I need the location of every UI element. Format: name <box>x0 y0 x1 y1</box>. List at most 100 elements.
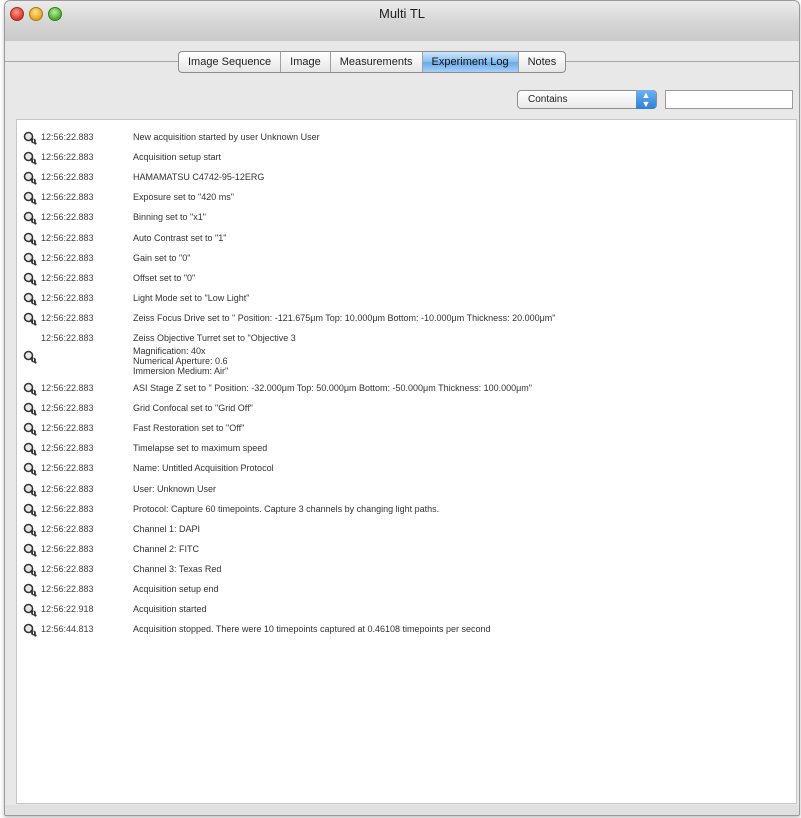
log-entry[interactable]: 12:56:22.883 New acquisition started by u… <box>17 129 796 145</box>
magnifier-info-icon[interactable] <box>23 252 37 266</box>
magnifier-info-icon[interactable] <box>23 462 37 476</box>
magnifier-info-icon[interactable] <box>23 583 37 597</box>
log-entry[interactable]: 12:56:22.883 Exposure set to "420 ms" <box>17 189 796 205</box>
magnifier-info-icon[interactable] <box>23 131 37 145</box>
log-entry-time: 12:56:22.883 <box>41 483 94 494</box>
log-entry-detail: Magnification: 40x <box>133 346 206 356</box>
log-entry-message: Channel 1: DAPI <box>133 523 201 534</box>
app-window: Multi TL Image Sequence Image Measuremen… <box>4 0 800 816</box>
log-entry[interactable]: 12:56:22.883 User: Unknown User <box>17 481 796 497</box>
log-entry-detail: Immersion Medium: Air" <box>133 366 229 376</box>
log-entry-message: Acquisition setup end <box>133 584 219 594</box>
magnifier-info-icon[interactable] <box>23 211 37 225</box>
log-entry-message: Binning set to "x1" <box>133 212 206 223</box>
log-entry-message: Acquisition started <box>133 604 207 615</box>
log-entry-time: 12:56:22.883 <box>41 312 94 323</box>
log-entry[interactable]: 12:56:22.883 Zeiss Focus Drive set to " P… <box>17 310 796 326</box>
log-entry-time: 12:56:22.883 <box>41 152 94 163</box>
log-entry-message: Gain set to "0" <box>133 252 191 263</box>
log-entry-time: 12:56:22.883 <box>41 563 94 574</box>
experiment-log-list[interactable]: 12:56:22.883 New acquisition started by u… <box>16 119 797 804</box>
magnifier-info-icon[interactable] <box>23 350 37 364</box>
magnifier-info-icon[interactable] <box>23 312 37 326</box>
log-entry-time: 12:56:22.883 <box>41 443 94 454</box>
magnifier-info-icon[interactable] <box>23 171 37 185</box>
tab-image-sequence[interactable]: Image Sequence <box>179 52 282 72</box>
magnifier-info-icon[interactable] <box>23 402 37 416</box>
log-entry[interactable]: Magnification: 40x Numerical Aperture: 0.… <box>17 346 796 380</box>
log-entry[interactable]: 12:56:22.883 Gain set to "0" <box>17 250 796 266</box>
log-entry-message: Protocol: Capture 60 timepoints. Capture… <box>133 503 440 514</box>
magnifier-info-icon[interactable] <box>23 232 37 246</box>
tab-image[interactable]: Image <box>281 52 331 72</box>
log-entry-time: 12:56:22.883 <box>41 543 94 554</box>
magnifier-info-icon[interactable] <box>23 483 37 497</box>
log-entry-time: 12:56:22.883 <box>41 584 94 594</box>
log-entry[interactable]: 12:56:22.918 Acquisition started <box>17 601 796 617</box>
log-entry-time: 12:56:22.883 <box>41 503 94 514</box>
log-entry-time: 12:56:22.883 <box>41 333 94 343</box>
log-entry-time: 12:56:22.883 <box>41 383 94 393</box>
log-entry-message: Grid Confocal set to "Grid Off" <box>133 403 253 414</box>
log-entry-time: 12:56:22.883 <box>41 463 94 474</box>
magnifier-info-icon[interactable] <box>23 523 37 537</box>
magnifier-info-icon[interactable] <box>23 191 37 205</box>
magnifier-info-icon[interactable] <box>23 503 37 517</box>
log-entry[interactable]: 12:56:22.883 Channel 1: DAPI <box>17 521 796 537</box>
log-entry-detail: Numerical Aperture: 0.6 <box>133 356 228 366</box>
log-entry[interactable]: 12:56:44.813 Acquisition stopped. There w… <box>17 621 796 637</box>
log-entry[interactable]: 12:56:22.883 Timelapse set to maximum spe… <box>17 440 796 456</box>
log-entry-time: 12:56:22.883 <box>41 232 94 243</box>
log-entry-message: New acquisition started by user Unknown … <box>133 132 320 142</box>
log-entry-message: Channel 2: FITC <box>133 543 200 554</box>
log-entry[interactable]: 12:56:22.883 Light Mode set to "Low Light… <box>17 290 796 306</box>
log-entry[interactable]: 12:56:22.883 Channel 3: Texas Red <box>17 561 796 577</box>
log-entry-message: Offset set to "0" <box>133 272 196 283</box>
log-entry[interactable]: 12:56:22.883 Fast Restoration set to "Off… <box>17 420 796 436</box>
log-entry-message: ASI Stage Z set to " Position: -32.000μm… <box>133 383 533 393</box>
bottom-edge <box>5 805 799 815</box>
magnifier-info-icon[interactable] <box>23 151 37 165</box>
magnifier-info-icon[interactable] <box>23 603 37 617</box>
magnifier-info-icon[interactable] <box>23 382 37 396</box>
log-entry-time: 12:56:22.883 <box>41 192 94 203</box>
tab-notes[interactable]: Notes <box>519 52 566 72</box>
log-entry-message: Channel 3: Texas Red <box>133 563 222 574</box>
tab-experiment-log[interactable]: Experiment Log <box>422 52 519 72</box>
log-entry-message: User: Unknown User <box>133 483 217 494</box>
filter-mode-value: Contains <box>528 94 568 105</box>
log-entry-message: Zeiss Objective Turret set to "Objective… <box>133 333 296 343</box>
log-entry-time: 12:56:22.883 <box>41 523 94 534</box>
log-entry[interactable]: 12:56:22.883 Binning set to "x1" <box>17 209 796 225</box>
log-entry-message: Acquisition setup start <box>133 152 222 163</box>
magnifier-info-icon[interactable] <box>23 292 37 306</box>
magnifier-info-icon[interactable] <box>23 623 37 637</box>
magnifier-info-icon[interactable] <box>23 422 37 436</box>
log-entry-message: HAMAMATSU C4742-95-12ERG <box>133 172 265 183</box>
log-entry[interactable]: 12:56:22.883 Channel 2: FITC <box>17 541 796 557</box>
log-entry[interactable]: 12:56:22.883 Protocol: Capture 60 timepoi… <box>17 501 796 517</box>
log-entry[interactable]: 12:56:22.883 Zeiss Objective Turret set t… <box>17 330 796 346</box>
magnifier-info-icon[interactable] <box>23 563 37 577</box>
filter-bar: Contains ▲ ▼ <box>517 90 793 109</box>
magnifier-info-icon[interactable] <box>23 543 37 557</box>
log-entry[interactable]: 12:56:22.883 HAMAMATSU C4742-95-12ERG <box>17 169 796 185</box>
title-bar[interactable]: Multi TL <box>5 1 799 41</box>
tab-measurements[interactable]: Measurements <box>331 52 423 72</box>
magnifier-info-icon[interactable] <box>23 272 37 286</box>
log-entry-message: Name: Untitled Acquisition Protocol <box>133 463 274 474</box>
log-entry-time: 12:56:22.883 <box>41 132 94 142</box>
log-entry[interactable]: 12:56:22.883 Offset set to "0" <box>17 270 796 286</box>
log-entry[interactable]: 12:56:22.883 Auto Contrast set to "1" <box>17 230 796 246</box>
window-title: Multi TL <box>379 6 425 21</box>
log-entry-time: 12:56:44.813 <box>41 624 94 635</box>
log-entry[interactable]: 12:56:22.883 Acquisition setup start <box>17 149 796 165</box>
filter-search-input[interactable] <box>665 90 793 109</box>
filter-mode-select[interactable]: Contains ▲ ▼ <box>517 90 657 109</box>
log-entry-time: 12:56:22.883 <box>41 252 94 263</box>
log-entry[interactable]: 12:56:22.883 ASI Stage Z set to " Positio… <box>17 380 796 396</box>
log-entry[interactable]: 12:56:22.883 Acquisition setup end <box>17 581 796 597</box>
magnifier-info-icon[interactable] <box>23 442 37 456</box>
log-entry[interactable]: 12:56:22.883 Name: Untitled Acquisition P… <box>17 460 796 476</box>
log-entry[interactable]: 12:56:22.883 Grid Confocal set to "Grid O… <box>17 400 796 416</box>
